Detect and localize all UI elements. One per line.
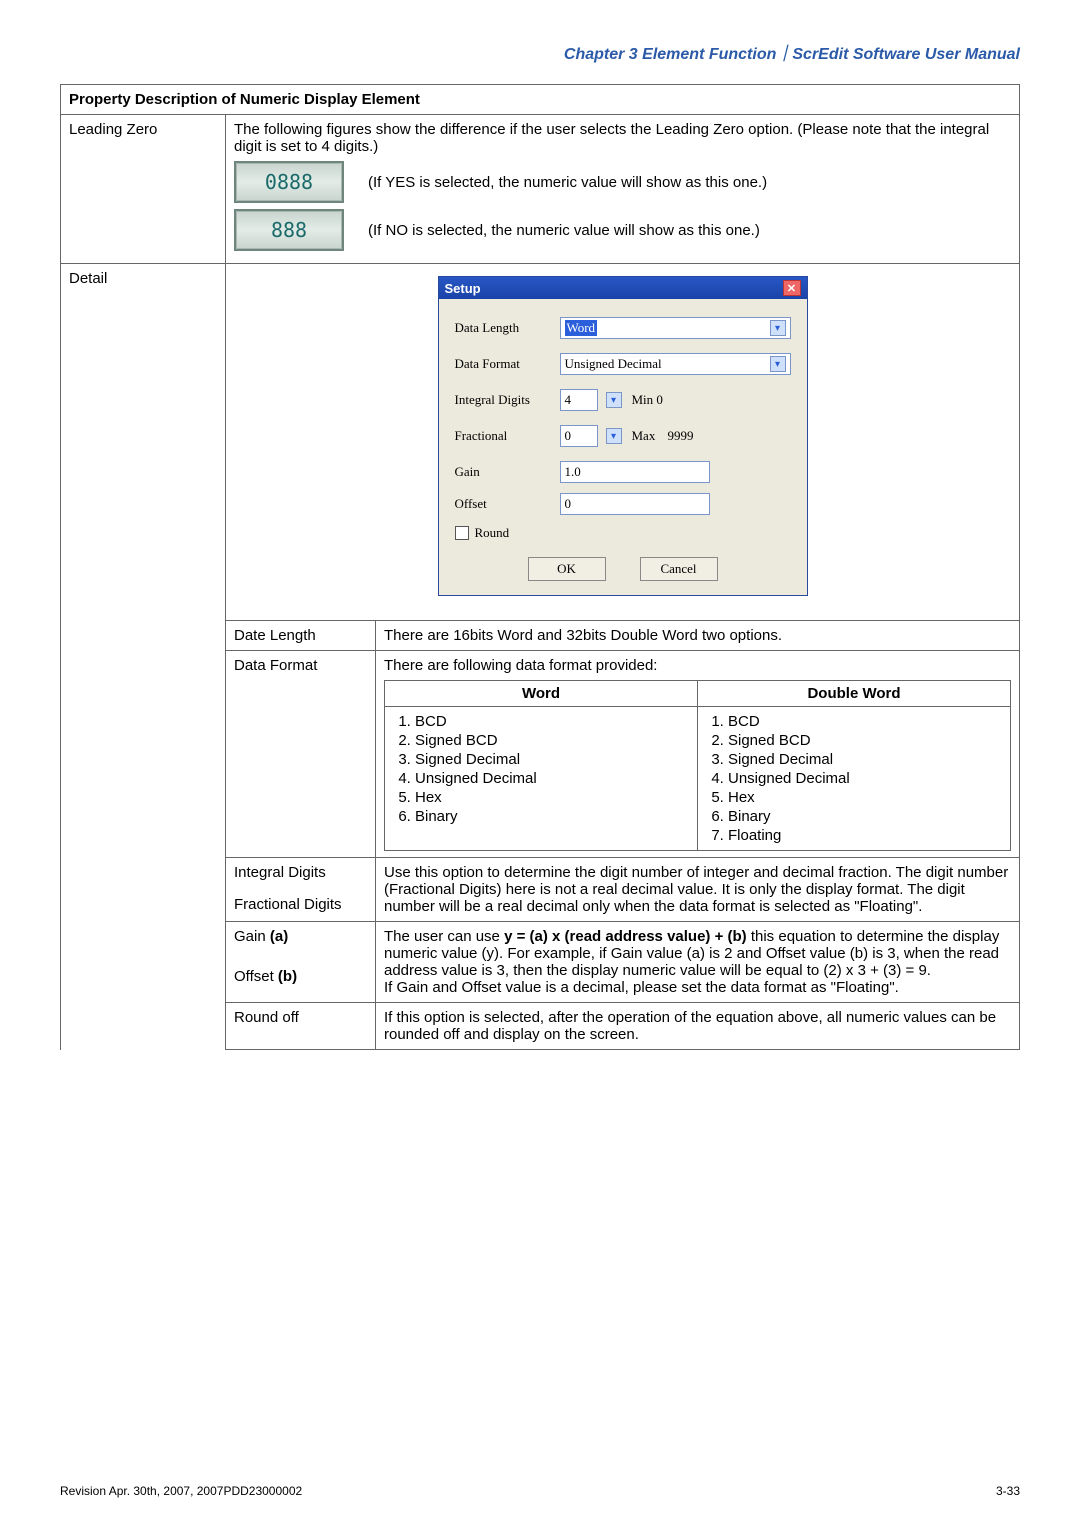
chevron-down-icon[interactable]: ▾ — [770, 320, 786, 336]
gain-offset-text: The user can use y = (a) x (read address… — [376, 922, 1020, 1003]
round-label: Round — [475, 525, 510, 541]
date-length-text: There are 16bits Word and 32bits Double … — [376, 621, 1020, 651]
data-format-intro: There are following data format provided… — [384, 657, 1011, 674]
footer-revision: Revision Apr. 30th, 2007, 2007PDD2300000… — [60, 1484, 302, 1498]
gain-input[interactable]: 1.0 — [560, 461, 710, 483]
chevron-down-icon[interactable]: ▾ — [606, 428, 622, 444]
gain-row-label: Gain (a) — [226, 922, 376, 963]
lz-yes-value: 0888 — [234, 161, 344, 203]
leading-zero-intro: The following figures show the differenc… — [234, 121, 1011, 155]
table-title: Property Description of Numeric Display … — [61, 85, 1020, 115]
cancel-button[interactable]: Cancel — [640, 557, 718, 581]
close-icon[interactable]: ✕ — [783, 280, 801, 296]
max-label: Max — [632, 428, 668, 444]
chevron-down-icon[interactable]: ▾ — [770, 356, 786, 372]
offset-input[interactable]: 0 — [560, 493, 710, 515]
data-length-select[interactable]: Word ▾ — [560, 317, 791, 339]
data-format-select[interactable]: Unsigned Decimal ▾ — [560, 353, 791, 375]
format-table: Word Double Word BCD Signed BCD Signed D… — [384, 680, 1011, 851]
chevron-down-icon[interactable]: ▾ — [606, 392, 622, 408]
fmt-dword-list: BCD Signed BCD Signed Decimal Unsigned D… — [706, 713, 1002, 844]
data-length-label: Data Length — [455, 320, 560, 336]
data-format-label: Data Format — [455, 356, 560, 372]
fractional-label: Fractional — [455, 428, 560, 444]
offset-row-label: Offset (b) — [226, 962, 376, 1003]
leading-zero-label: Leading Zero — [61, 115, 226, 264]
offset-label: Offset — [455, 496, 560, 512]
data-format-row-label: Data Format — [226, 651, 376, 858]
property-table: Property Description of Numeric Display … — [60, 84, 1020, 1050]
lz-no-caption: (If NO is selected, the numeric value wi… — [368, 222, 760, 239]
lz-yes-caption: (If YES is selected, the numeric value w… — [368, 174, 767, 191]
max-value: 9999 — [668, 428, 694, 444]
integral-digits-label: Integral Digits — [455, 392, 560, 408]
detail-label: Detail — [61, 264, 226, 1050]
round-row-label: Round off — [226, 1003, 376, 1050]
date-length-label: Date Length — [226, 621, 376, 651]
round-text: If this option is selected, after the op… — [376, 1003, 1020, 1050]
round-checkbox[interactable] — [455, 526, 469, 540]
digits-text: Use this option to determine the digit n… — [376, 858, 1020, 922]
fmt-head-word: Word — [385, 681, 698, 707]
dialog-title: Setup — [445, 281, 481, 296]
page-number: 3-33 — [996, 1484, 1020, 1498]
integral-digits-row-label: Integral Digits — [226, 858, 376, 890]
fractional-digits-row-label: Fractional Digits — [226, 890, 376, 922]
chapter-heading: Chapter 3 Element Function｜ScrEdit Softw… — [60, 40, 1020, 64]
setup-dialog: Setup ✕ Data Length Word ▾ Data Forma — [438, 276, 808, 596]
min-label: Min 0 — [632, 392, 692, 408]
fractional-select[interactable]: 0 — [560, 425, 598, 447]
integral-digits-select[interactable]: 4 — [560, 389, 598, 411]
fmt-word-list: BCD Signed BCD Signed Decimal Unsigned D… — [393, 713, 689, 825]
lz-no-value: 888 — [234, 209, 344, 251]
ok-button[interactable]: OK — [528, 557, 606, 581]
fmt-head-dword: Double Word — [698, 681, 1011, 707]
gain-label: Gain — [455, 464, 560, 480]
